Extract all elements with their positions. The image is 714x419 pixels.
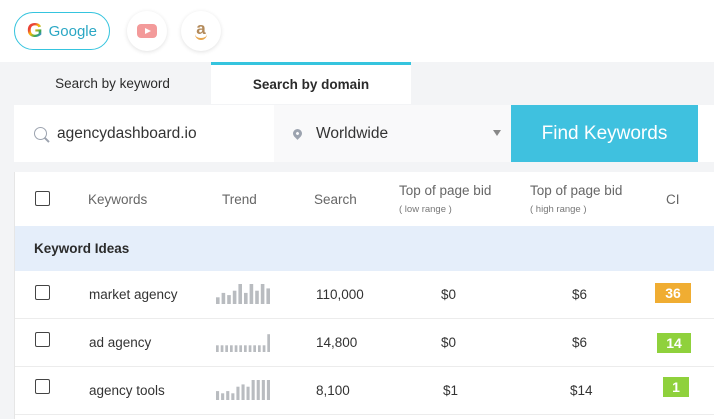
trend-bar [260,284,265,304]
ci-badge: 36 [655,283,691,303]
trend-bar [251,380,255,400]
find-keywords-button[interactable]: Find Keywords [511,105,698,162]
trend-bar [239,345,242,352]
trend-bar [225,345,228,352]
trend-bar [238,284,242,304]
trend-bar [249,284,254,304]
trend-bar [244,345,247,352]
search-volume-cell: 8,100 [316,383,350,398]
domain-search-input[interactable]: agencydashboard.io [14,105,272,162]
bid-low-cell: $1 [443,383,459,398]
trend-bar [226,391,230,400]
trend-bar [220,345,224,352]
youtube-source-button[interactable] [127,11,167,51]
keyword-cell[interactable]: agency tools [89,367,165,414]
trend-bar [227,295,231,304]
trend-bar [255,290,259,304]
trend-bar [266,288,270,304]
trend-bar [231,393,235,400]
bid-high-cell: $6 [572,335,588,350]
amazon-source-button[interactable]: a [181,11,221,51]
section-label: Keyword Ideas [34,241,130,256]
bid-low-cell: $0 [441,287,457,302]
trend-bar [261,380,265,400]
search-volume-cell: 14,800 [316,335,358,350]
header-ci[interactable]: CI [666,192,680,207]
location-select[interactable]: Worldwide [274,105,511,162]
table-row[interactable]: market agency 110,000 $0 $6 36 [15,271,714,319]
trend-bar [232,290,237,304]
header-bid-low-sub: ( low range ) [399,204,452,215]
trend-bar [253,345,256,352]
trend-bar [244,292,248,304]
select-all-checkbox[interactable] [35,191,50,206]
trend-bar [267,334,270,352]
trend-bar [236,386,240,400]
row-checkbox[interactable] [35,332,50,347]
trend-bar [216,297,220,304]
keywords-table: Keywords Trend Search Top of page bid ( … [14,172,714,419]
trend-bar [221,292,226,304]
keyword-ideas-section: Keyword Ideas [15,226,714,271]
trend-bar [266,380,270,400]
table-row[interactable]: ad agency 14,800 $0 $6 14 [15,319,714,367]
tab-search-by-keyword[interactable]: Search by keyword [14,62,211,104]
bid-high-cell: $6 [572,287,588,302]
trend-sparkline [216,380,270,400]
table-row[interactable]: agency tools 8,100 $1 $14 1 [15,367,714,415]
chevron-down-icon [493,130,501,136]
location-value: Worldwide [316,124,389,142]
trend-bar [258,345,261,352]
header-bid-low[interactable]: Top of page bid [399,183,491,198]
trend-bar [234,345,238,352]
ci-badge: 14 [657,333,691,353]
domain-search-value: agencydashboard.io [57,124,197,142]
trend-bar [262,345,266,352]
trend-bar [216,345,219,352]
bid-low-cell: $0 [441,335,457,350]
search-volume-cell: 110,000 [316,287,364,302]
youtube-icon [137,24,157,38]
table-header: Keywords Trend Search Top of page bid ( … [15,172,714,226]
trend-bar [256,380,260,400]
trend-bar [241,384,245,400]
header-keywords[interactable]: Keywords [88,192,147,207]
trend-bar [216,391,220,400]
trend-bar [230,345,233,352]
row-checkbox[interactable] [35,379,50,394]
search-icon [34,127,47,140]
trend-bar [246,386,250,400]
ci-badge: 1 [663,377,689,397]
google-source-button[interactable]: G Google [14,12,110,50]
row-checkbox[interactable] [35,285,50,300]
header-search[interactable]: Search [314,192,357,207]
trend-sparkline [216,334,270,352]
keyword-cell[interactable]: market agency [89,271,178,318]
search-mode-tabs: Search by keyword Search by domain [0,62,714,104]
source-selector: G Google a [0,0,714,62]
trend-sparkline [216,284,270,304]
google-g-icon: G [27,20,43,42]
keyword-cell[interactable]: ad agency [89,319,151,366]
location-pin-icon [291,127,304,140]
search-bar: agencydashboard.io Worldwide Find Keywor… [14,105,714,162]
tab-search-by-domain[interactable]: Search by domain [211,62,411,104]
google-source-label: Google [48,22,97,40]
trend-bar [248,345,252,352]
trend-bar [221,393,225,400]
header-bid-high[interactable]: Top of page bid [530,183,622,198]
bid-high-cell: $14 [570,383,593,398]
header-trend[interactable]: Trend [222,192,257,207]
header-bid-high-sub: ( high range ) [530,204,587,215]
